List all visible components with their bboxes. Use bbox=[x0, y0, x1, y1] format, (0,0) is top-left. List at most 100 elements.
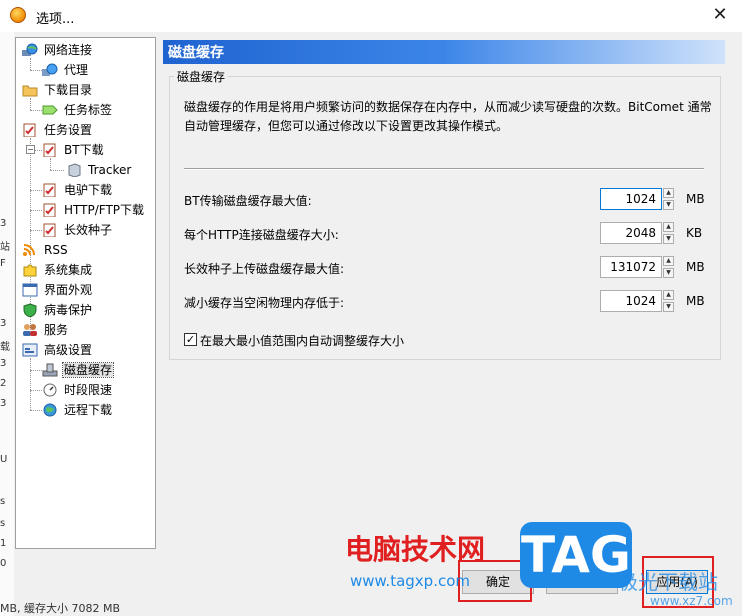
separator-line bbox=[184, 168, 704, 170]
spin-down-icon[interactable]: ▼ bbox=[663, 234, 674, 244]
tree-item-system-integration[interactable]: 系统集成 bbox=[22, 260, 93, 278]
tree-label: 代理 bbox=[64, 62, 89, 77]
watermark-site2-name: 极光下载站 bbox=[618, 570, 718, 594]
bg-fragment: 3 bbox=[0, 318, 7, 329]
reduce-cache-threshold-spinner[interactable]: ▲ ▼ bbox=[663, 290, 674, 312]
spin-down-icon[interactable]: ▼ bbox=[663, 200, 674, 210]
watermark-url: www.tagxp.com bbox=[350, 572, 470, 590]
tree-label: 系统集成 bbox=[44, 262, 93, 277]
unit-label: KB bbox=[686, 226, 703, 240]
tree-item-remote-download[interactable]: 远程下载 bbox=[42, 400, 113, 418]
tree-label: 服务 bbox=[44, 322, 69, 337]
bg-fragment: s bbox=[0, 496, 6, 507]
spin-up-icon[interactable]: ▲ bbox=[663, 290, 674, 300]
http-cache-size-spinner[interactable]: ▲ ▼ bbox=[663, 222, 674, 244]
server-icon bbox=[66, 162, 82, 178]
puzzle-icon bbox=[22, 263, 38, 277]
tree-label: 电驴下载 bbox=[64, 182, 113, 197]
clipboard-icon bbox=[42, 223, 58, 237]
tree-item-services[interactable]: 服务 bbox=[22, 320, 69, 338]
window-icon bbox=[22, 283, 38, 297]
watermark-site-name: 电脑技术网 bbox=[345, 533, 486, 566]
shield-icon bbox=[22, 302, 38, 318]
bt-cache-max-input[interactable]: 1024 bbox=[600, 188, 662, 210]
tree-item-disk-cache[interactable]: 磁盘缓存 bbox=[42, 360, 115, 378]
bg-fragment: 站 bbox=[0, 242, 10, 253]
bt-cache-max-label: BT传输磁盘缓存最大值: bbox=[184, 194, 312, 208]
description-text: 磁盘缓存的作用是将用户频繁访问的数据保存在内存中，从而减少读写硬盘的次数。Bit… bbox=[184, 100, 712, 133]
clipboard-icon bbox=[42, 143, 58, 157]
panel-header-title: 磁盘缓存 bbox=[168, 45, 224, 61]
tree-label: 时段限速 bbox=[64, 382, 113, 397]
clipboard-icon bbox=[42, 203, 58, 217]
bg-fragment: F bbox=[0, 258, 6, 269]
proxy-globe-icon bbox=[42, 63, 58, 77]
tree-label: BT下载 bbox=[64, 142, 104, 157]
expand-toggle[interactable]: − bbox=[26, 145, 35, 154]
bg-fragment: 载 bbox=[0, 342, 10, 353]
bg-fragment: 2 bbox=[0, 378, 7, 389]
auto-adjust-label[interactable]: 在最大最小值范围内自动调整缓存大小 bbox=[200, 332, 404, 349]
spin-up-icon[interactable]: ▲ bbox=[663, 222, 674, 232]
groupbox-title: 磁盘缓存 bbox=[174, 68, 229, 85]
clipboard-icon bbox=[22, 123, 38, 137]
spin-up-icon[interactable]: ▲ bbox=[663, 188, 674, 198]
bg-fragment: 3 bbox=[0, 398, 7, 409]
bg-fragment: 1 bbox=[0, 538, 7, 549]
tree-item-advanced[interactable]: 高级设置 bbox=[22, 340, 93, 358]
disk-cache-icon bbox=[42, 363, 58, 377]
tree-label: 下载目录 bbox=[44, 82, 93, 97]
tree-item-task-settings[interactable]: 任务设置 bbox=[22, 120, 93, 138]
spin-up-icon[interactable]: ▲ bbox=[663, 256, 674, 266]
tree-item-bt-download[interactable]: BT下载 bbox=[42, 140, 105, 158]
tree-label: RSS bbox=[44, 242, 68, 257]
tree-item-http-ftp[interactable]: HTTP/FTP下载 bbox=[42, 200, 145, 218]
tree-label: 长效种子 bbox=[64, 222, 113, 237]
spin-down-icon[interactable]: ▼ bbox=[663, 268, 674, 278]
tree-label: 任务设置 bbox=[44, 122, 93, 137]
title-bar[interactable]: 选项... ✕ bbox=[0, 0, 742, 32]
tree-item-appearance[interactable]: 界面外观 bbox=[22, 280, 93, 298]
auto-adjust-checkbox[interactable]: ✓ bbox=[184, 333, 197, 346]
bg-fragment: U bbox=[0, 454, 8, 465]
settings-window-icon bbox=[22, 343, 38, 357]
tree-label: Tracker bbox=[88, 162, 132, 177]
tree-item-long-seed[interactable]: 长效种子 bbox=[42, 220, 113, 238]
network-globe-icon bbox=[22, 43, 38, 57]
tree-item-proxy[interactable]: 代理 bbox=[42, 60, 89, 78]
tree-item-task-tags[interactable]: 任务标签 bbox=[42, 100, 113, 118]
tree-item-emule[interactable]: 电驴下载 bbox=[42, 180, 113, 198]
unit-label: MB bbox=[686, 294, 705, 308]
tree-item-rss[interactable]: RSS bbox=[22, 240, 69, 258]
tree-item-download-dir[interactable]: 下载目录 bbox=[22, 80, 93, 98]
tree-item-tracker[interactable]: Tracker bbox=[66, 160, 132, 178]
long-seed-cache-spinner[interactable]: ▲ ▼ bbox=[663, 256, 674, 278]
watermark-url2: www.xz7.com bbox=[650, 594, 733, 608]
tree-label: 病毒保护 bbox=[44, 302, 93, 317]
close-button[interactable]: ✕ bbox=[708, 3, 732, 27]
long-seed-cache-input[interactable]: 131072 bbox=[600, 256, 662, 278]
reduce-cache-threshold-input[interactable]: 1024 bbox=[600, 290, 662, 312]
tree-item-time-limit[interactable]: 时段限速 bbox=[42, 380, 113, 398]
folder-icon bbox=[22, 83, 38, 97]
window-title: 选项... bbox=[36, 12, 75, 27]
bt-cache-max-spinner[interactable]: ▲ ▼ bbox=[663, 188, 674, 210]
options-tree[interactable]: − 网络连接 代理 下载目录 任务标签 任务设置 BT下载 Tracker 电驴… bbox=[15, 37, 156, 549]
tree-label: 界面外观 bbox=[44, 282, 93, 297]
http-cache-size-label: 每个HTTP连接磁盘缓存大小: bbox=[184, 228, 339, 242]
http-cache-size-input[interactable]: 2048 bbox=[600, 222, 662, 244]
bg-fragment: 0 bbox=[0, 558, 7, 569]
tree-item-network[interactable]: 网络连接 bbox=[22, 40, 93, 58]
long-seed-cache-label: 长效种子上传磁盘缓存最大值: bbox=[184, 262, 345, 276]
background-window-strip: 3 站 F 3 载 3 2 3 U s s 1 0 bbox=[0, 32, 14, 616]
tree-label: 远程下载 bbox=[64, 402, 113, 417]
tree-label: 高级设置 bbox=[44, 342, 93, 357]
bg-fragment: 3 bbox=[0, 218, 7, 229]
speed-limit-icon bbox=[42, 383, 58, 397]
spin-down-icon[interactable]: ▼ bbox=[663, 302, 674, 312]
tree-item-virus-protection[interactable]: 病毒保护 bbox=[22, 300, 93, 318]
users-icon bbox=[22, 323, 38, 337]
panel-header: 磁盘缓存 bbox=[163, 40, 725, 64]
unit-label: MB bbox=[686, 192, 705, 206]
clipboard-icon bbox=[42, 183, 58, 197]
